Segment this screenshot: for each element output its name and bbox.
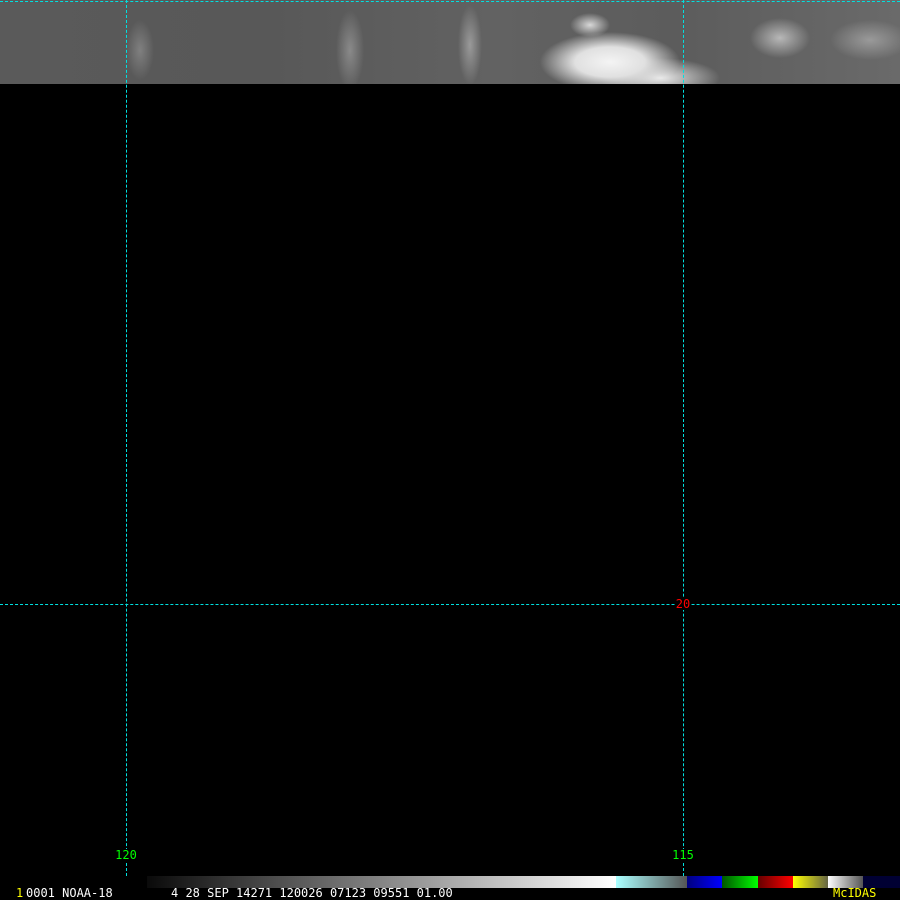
longitude-label-115: 115: [671, 848, 695, 862]
satellite-info: 0001 NOAA-18: [26, 886, 113, 900]
cloud-imagery-strip: [0, 0, 900, 84]
colorbar-segment: [616, 876, 687, 888]
colorbar-segment: [793, 876, 828, 888]
longitude-label-120: 120: [114, 848, 138, 862]
grid-line-top: [0, 1, 900, 2]
frame-number: 1: [16, 886, 24, 900]
mcidas-brand: McIDAS: [833, 886, 877, 900]
latitude-line-20: [0, 604, 900, 605]
longitude-line-115: [683, 0, 684, 876]
colorbar-segment: [687, 876, 722, 888]
latitude-label-20: 20: [674, 597, 692, 611]
colorbar-segment: [758, 876, 793, 888]
image-datetime-info: 4 28 SEP 14271 120026 07123 09551 01.00: [171, 886, 453, 900]
satellite-image-viewer: 20 120 115 1 0001 NOAA-18 4 28 SEP 14271…: [0, 0, 900, 900]
colorbar-segment: [722, 876, 758, 888]
longitude-line-120: [126, 0, 127, 876]
